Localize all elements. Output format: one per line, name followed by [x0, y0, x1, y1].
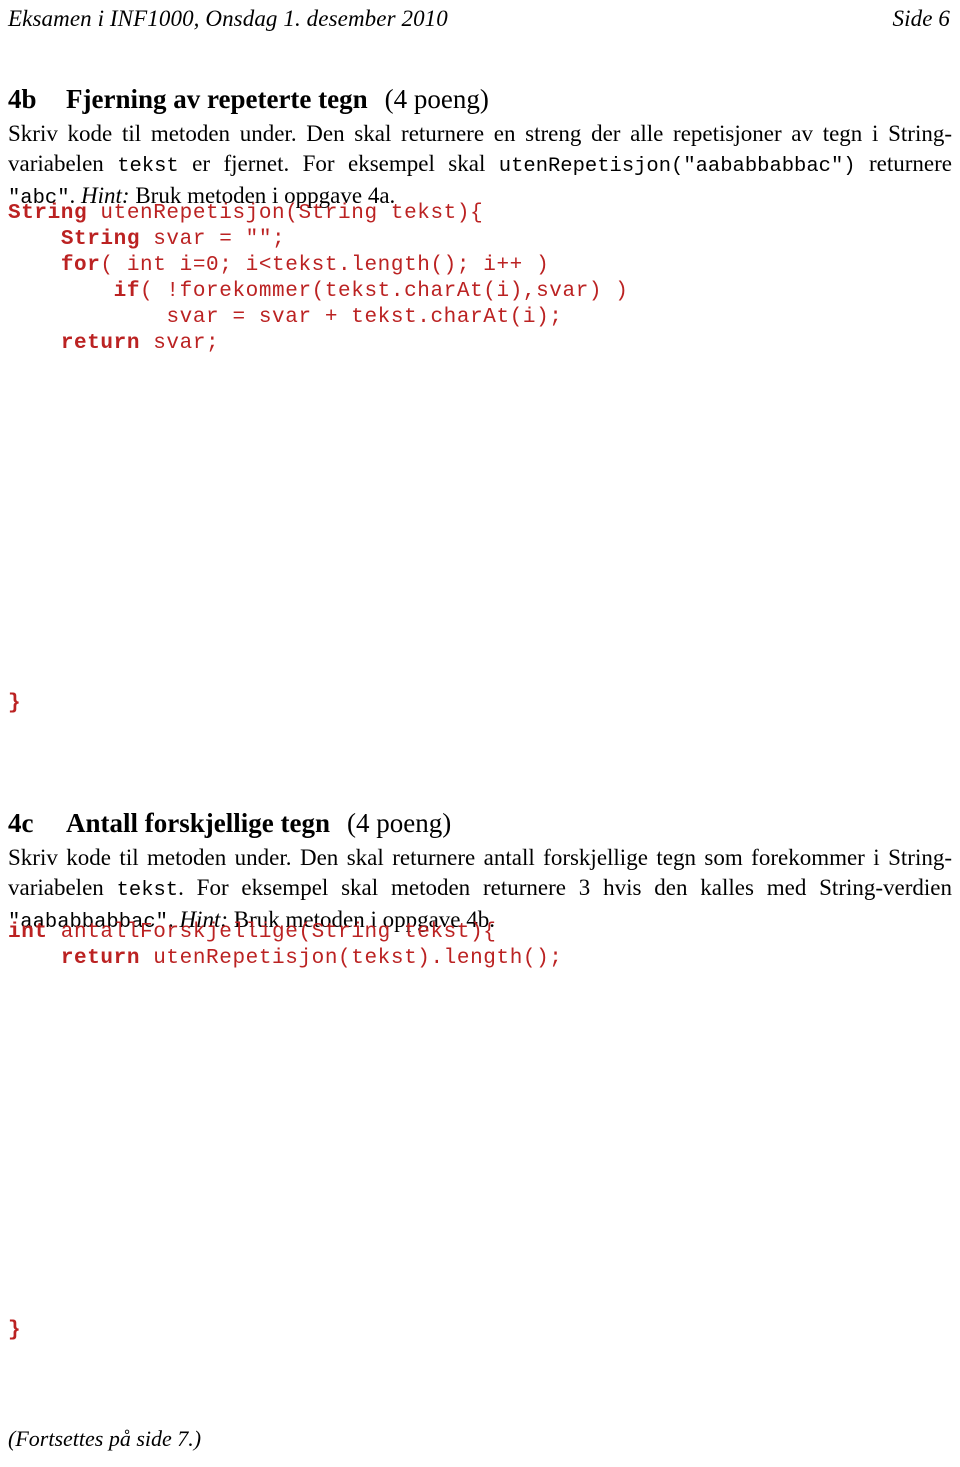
text-run: . For eksempel skal metoden returnere 3 … — [178, 874, 952, 900]
code-line: int antallForskjellige(String tekst){ — [8, 920, 563, 946]
code-text: ( !forekommer(tekst.charAt(i),svar) ) — [140, 280, 629, 303]
code-keyword: String — [60, 228, 141, 251]
inline-code-call: utenRepetisjon("aababbabbac") — [498, 154, 856, 178]
text-run: returnere — [855, 150, 952, 176]
section-4c-points: (4 poeng) — [346, 808, 452, 838]
code-text: utenRepetisjon(String tekst){ — [87, 202, 484, 225]
running-head-left: Eksamen i INF1000, Onsdag 1. desember 20… — [8, 6, 448, 31]
code-text: svar; — [140, 332, 220, 355]
code-closing-brace-4c: } — [8, 1319, 21, 1342]
code-keyword: for — [60, 254, 101, 277]
section-4c-number: 4c — [8, 808, 34, 838]
code-keyword: return — [60, 332, 141, 355]
code-closing-brace-4b: } — [8, 692, 21, 715]
code-text: svar = ""; — [140, 228, 286, 251]
code-keyword: String — [8, 202, 88, 225]
code-keyword: if — [113, 280, 141, 303]
code-line: String svar = ""; — [8, 227, 629, 253]
section-4b-points: (4 poeng) — [384, 84, 489, 114]
code-text: utenRepetisjon(tekst).length(); — [140, 947, 563, 970]
code-block-4b: String utenRepetisjon(String tekst){ Str… — [8, 201, 629, 357]
document-page: Eksamen i INF1000, Onsdag 1. desember 20… — [0, 0, 960, 1467]
section-4b-number: 4b — [8, 84, 37, 114]
code-line: String utenRepetisjon(String tekst){ — [8, 201, 629, 227]
code-block-4c: int antallForskjellige(String tekst){ re… — [8, 920, 563, 972]
code-line: return utenRepetisjon(tekst).length(); — [8, 946, 563, 972]
running-head-page-number: Side 6 — [892, 6, 950, 31]
code-keyword: int — [8, 921, 48, 944]
inline-code-tekst: tekst — [117, 154, 179, 178]
section-4b-heading: 4b Fjerning av repeterte tegn (4 poeng) — [8, 82, 952, 116]
section-4c-title: Antall forskjellige tegn — [66, 808, 330, 838]
running-head: Eksamen i INF1000, Onsdag 1. desember 20… — [8, 0, 952, 34]
section-4b-body: Skriv kode til metoden under. Den skal r… — [8, 119, 952, 214]
code-line: for( int i=0; i<tekst.length(); i++ ) — [8, 253, 629, 279]
text-run: er fjernet. For eksempel skal — [178, 150, 499, 176]
section-4b-title: Fjerning av repeterte tegn — [66, 84, 368, 114]
code-text: ( int i=0; i<tekst.length(); i++ ) — [100, 254, 550, 277]
inline-code-tekst: tekst — [116, 878, 179, 902]
page-content: Eksamen i INF1000, Onsdag 1. desember 20… — [8, 0, 952, 34]
page-footer-note: (Fortsettes på side 7.) — [8, 1426, 202, 1451]
section-4c-heading: 4c Antall forskjellige tegn (4 poeng) — [8, 806, 952, 840]
code-text: svar = svar + tekst.charAt(i); — [166, 306, 563, 329]
code-keyword: return — [60, 947, 141, 970]
code-line: if( !forekommer(tekst.charAt(i),svar) ) — [8, 279, 629, 305]
code-text: antallForskjellige(String tekst){ — [47, 921, 497, 944]
code-line: return svar; — [8, 331, 629, 357]
code-line: svar = svar + tekst.charAt(i); — [8, 305, 629, 331]
